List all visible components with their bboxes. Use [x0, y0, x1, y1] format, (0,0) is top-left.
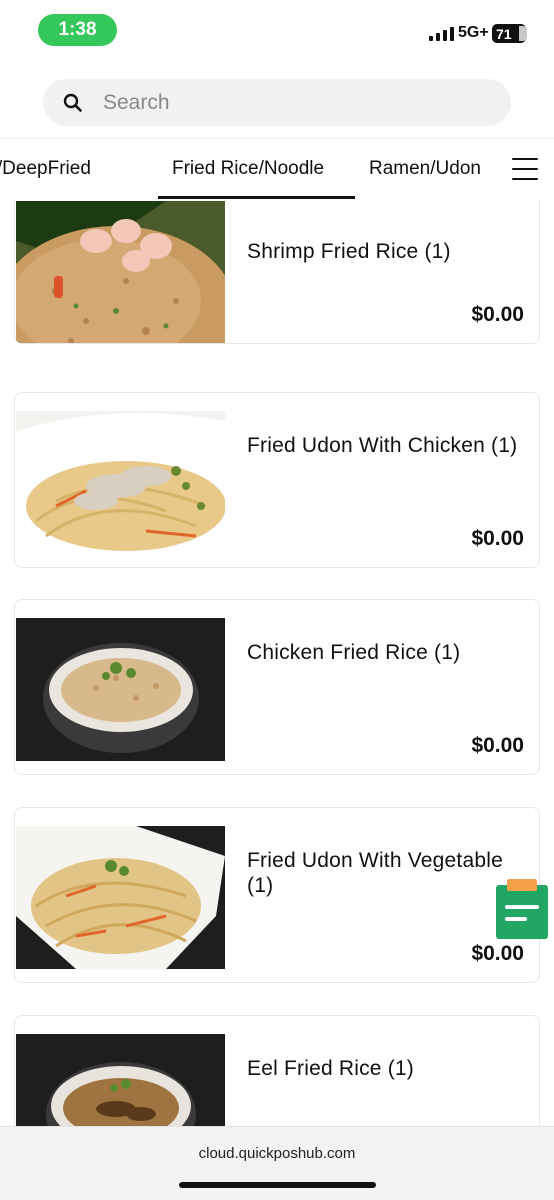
search-icon	[43, 93, 103, 113]
cellular-signal-icon	[429, 27, 454, 41]
menu-item-card[interactable]: Fried Udon With Vegetable (1) $0.00	[14, 807, 540, 983]
status-time: 1:38	[38, 14, 117, 46]
menu-item-name: Eel Fried Rice (1)	[247, 1057, 414, 1080]
url-text[interactable]: cloud.quickposhub.com	[0, 1145, 554, 1162]
menu-item-price: $0.00	[471, 527, 524, 550]
tab-ramen-udon[interactable]: Ramen/Udon	[369, 158, 481, 180]
menu-item-card[interactable]: Chicken Fried Rice (1) $0.00	[14, 599, 540, 775]
order-list-button[interactable]	[496, 879, 548, 939]
menu-item-card[interactable]: Eel Fried Rice (1)	[14, 1015, 540, 1126]
category-tabs: ra/DeepFried Fried Rice/Noodle Ramen/Udo…	[0, 138, 554, 200]
chicken-fried-rice-image	[16, 618, 225, 761]
menu-item-name: Chicken Fried Rice (1)	[247, 641, 461, 664]
menu-item-price: $0.00	[471, 734, 524, 757]
search-input[interactable]	[103, 90, 483, 115]
tab-tempura-deepfried[interactable]: ra/DeepFried	[0, 158, 91, 180]
fried-udon-chicken-image	[16, 411, 225, 554]
search-bar[interactable]	[43, 79, 511, 126]
shrimp-fried-rice-image	[16, 201, 225, 343]
active-tab-indicator	[158, 196, 355, 199]
menu-item-price: $0.00	[471, 303, 524, 326]
home-indicator	[179, 1182, 376, 1188]
clipboard-icon	[496, 879, 548, 939]
battery-level: 71	[496, 25, 512, 42]
fried-udon-vegetable-image	[16, 826, 225, 969]
tab-scroller[interactable]: ra/DeepFried Fried Rice/Noodle Ramen/Udo…	[0, 139, 500, 201]
eel-fried-rice-image	[16, 1034, 225, 1126]
browser-address-bar[interactable]: cloud.quickposhub.com	[0, 1126, 554, 1200]
hamburger-menu-icon[interactable]	[512, 158, 538, 180]
menu-item-card[interactable]: Shrimp Fried Rice (1) $0.00	[14, 200, 540, 344]
battery-icon: 71	[492, 24, 527, 43]
status-bar: 1:38 5G+ 71	[0, 0, 554, 62]
menu-item-name: Shrimp Fried Rice (1)	[247, 240, 451, 263]
tab-fried-rice-noodle[interactable]: Fried Rice/Noodle	[172, 158, 324, 180]
menu-item-card[interactable]: Fried Udon With Chicken (1) $0.00	[14, 392, 540, 568]
menu-item-name: Fried Udon With Vegetable (1)	[247, 849, 503, 897]
network-type: 5G+	[458, 24, 489, 41]
menu-list[interactable]: Shrimp Fried Rice (1) $0.00 Fried Udon W…	[14, 200, 540, 1126]
menu-item-price: $0.00	[471, 942, 524, 965]
menu-item-name: Fried Udon With Chicken (1)	[247, 434, 518, 457]
